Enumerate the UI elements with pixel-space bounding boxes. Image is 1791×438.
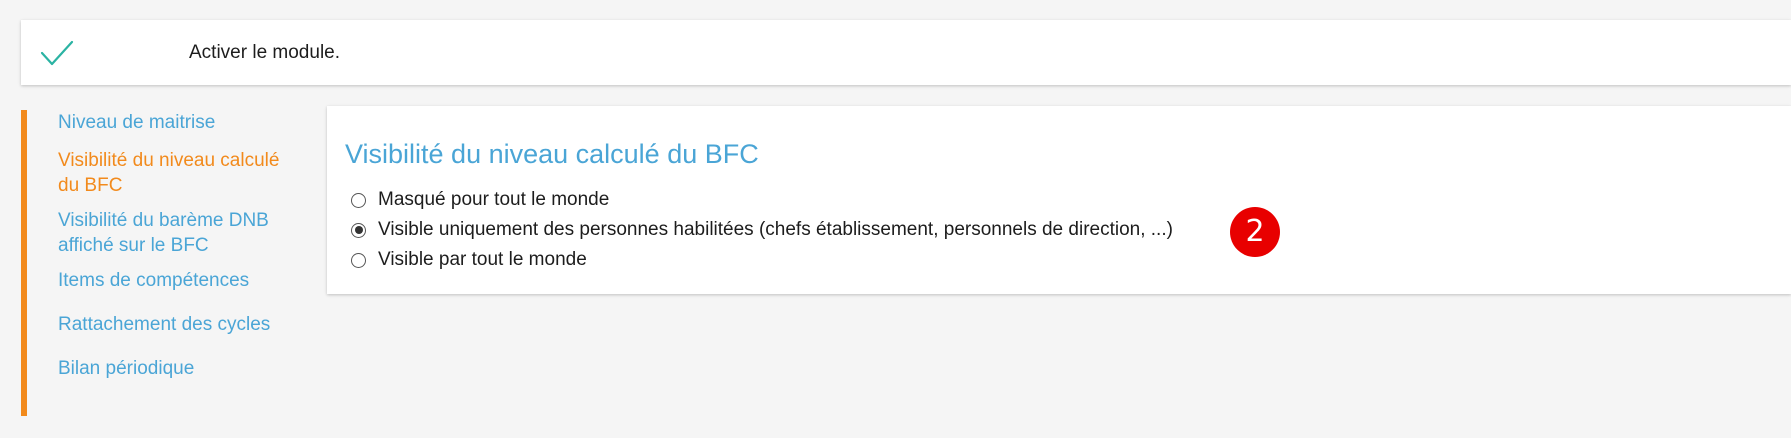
radio-masque[interactable] <box>351 192 366 208</box>
module-activation-bar[interactable]: Activer le module. <box>21 20 1791 85</box>
visibility-settings-panel: Visibilité du niveau calculé du BFC Masq… <box>327 106 1791 294</box>
option-visible-habilitees[interactable]: Visible uniquement des personnes habilit… <box>351 217 1173 243</box>
step-number-badge: 2 <box>1230 207 1280 257</box>
sidebar-item-rattachement-cycles[interactable]: Rattachement des cycles <box>58 312 293 337</box>
module-label: Activer le module. <box>189 42 341 63</box>
panel-title: Visibilité du niveau calculé du BFC <box>345 139 759 169</box>
sidebar-item-bilan-periodique[interactable]: Bilan périodique <box>58 356 293 381</box>
radio-visible-habilitees[interactable] <box>351 222 366 238</box>
option-visible-tous[interactable]: Visible par tout le monde <box>351 247 587 273</box>
sidebar-item-items-competences[interactable]: Items de compétences <box>58 268 293 293</box>
sidebar-nav: Niveau de maitrise Visibilité du niveau … <box>21 110 297 416</box>
option-label: Masqué pour tout le monde <box>378 189 610 210</box>
option-label: Visible par tout le monde <box>378 249 587 270</box>
check-icon[interactable] <box>39 38 75 68</box>
sidebar-item-niveau-maitrise[interactable]: Niveau de maitrise <box>58 110 293 135</box>
option-label: Visible uniquement des personnes habilit… <box>378 219 1173 240</box>
sidebar-item-visibilite-bareme-dnb[interactable]: Visibilité du barème DNB affiché sur le … <box>58 208 293 258</box>
option-masque[interactable]: Masqué pour tout le monde <box>351 187 609 213</box>
sidebar-item-visibilite-niveau-bfc[interactable]: Visibilité du niveau calculé du BFC <box>58 148 293 198</box>
radio-visible-tous[interactable] <box>351 252 366 268</box>
